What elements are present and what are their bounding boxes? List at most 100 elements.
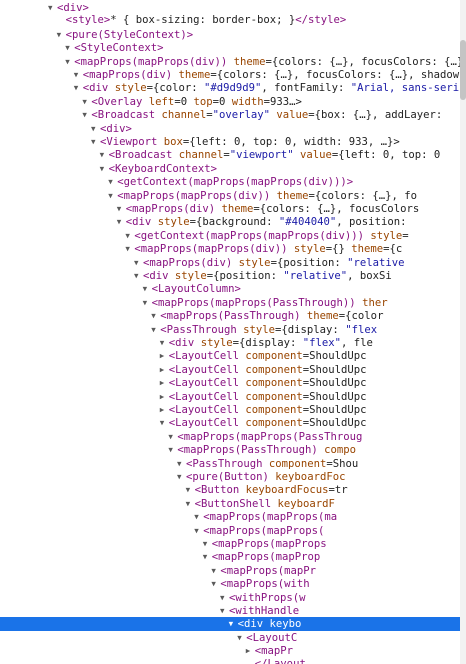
expand-triangle-icon[interactable]: ▼ bbox=[237, 631, 246, 644]
expand-triangle-icon[interactable]: ▼ bbox=[91, 135, 100, 148]
tree-node[interactable]: ▼ <withHandle bbox=[0, 604, 460, 617]
expand-triangle-icon[interactable]: ▼ bbox=[194, 510, 203, 523]
expand-triangle-icon[interactable]: ▼ bbox=[160, 336, 169, 349]
expand-triangle-icon[interactable]: ▼ bbox=[220, 591, 229, 604]
tree-node[interactable]: ▼ <mapProps(mapProps( bbox=[0, 524, 460, 537]
tree-node[interactable]: ▼ <mapProps(with bbox=[0, 577, 460, 590]
node-tag: <Broadcast bbox=[91, 109, 156, 122]
expand-triangle-icon[interactable]: ▼ bbox=[117, 202, 126, 215]
expand-triangle-icon[interactable]: ▼ bbox=[65, 55, 74, 68]
tree-node[interactable]: ▼ <Viewport box={left: 0, top: 0, width: … bbox=[0, 135, 460, 148]
tree-node[interactable]: ▶ <LayoutCell component=ShouldUpc bbox=[0, 349, 460, 362]
node-tag: <Broadcast bbox=[108, 149, 173, 162]
node-text: ={box: {…}, addLayer: bbox=[308, 109, 443, 122]
selected-tree-node[interactable]: ▼ <div keybo bbox=[0, 617, 460, 631]
node-attribute: style bbox=[194, 337, 233, 349]
tree-node[interactable]: ▼ <LayoutColumn> bbox=[0, 282, 460, 295]
tree-node[interactable]: ▼ <StyleContext> bbox=[0, 41, 460, 54]
tree-node[interactable]: ▼ <mapProps(mapProps(PassThroug bbox=[0, 430, 460, 443]
tree-node[interactable]: ▼ <mapProps(div) style={position: "relati… bbox=[0, 256, 460, 269]
expand-triangle-icon[interactable]: ▼ bbox=[134, 256, 143, 269]
node-text: , fontFamily: bbox=[261, 82, 351, 95]
tree-node[interactable]: ▼ <getContext(mapProps(mapProps(div)))> bbox=[0, 175, 460, 188]
scrollbar-thumb[interactable] bbox=[460, 40, 466, 100]
tree-node[interactable]: ▼ <getContext(mapProps(mapProps(div))) st… bbox=[0, 229, 460, 242]
node-value: "viewport" bbox=[229, 149, 294, 162]
expand-triangle-icon[interactable]: ▼ bbox=[186, 483, 195, 496]
tree-node[interactable]: </Layout bbox=[0, 658, 460, 664]
collapse-triangle-icon[interactable]: ▶ bbox=[160, 376, 169, 389]
tree-node[interactable]: ▼ <mapProps(PassThrough) compo bbox=[0, 443, 460, 456]
expand-triangle-icon[interactable]: ▼ bbox=[203, 537, 212, 550]
tree-node[interactable]: ▶ <LayoutCell component=ShouldUpc bbox=[0, 403, 460, 416]
tree-node[interactable]: ▼ <div> bbox=[0, 1, 460, 14]
tree-node[interactable]: ▼ <PassThrough component=Shou bbox=[0, 457, 460, 470]
expand-triangle-icon[interactable]: ▼ bbox=[65, 41, 74, 54]
expand-triangle-icon[interactable]: ▼ bbox=[143, 282, 152, 295]
tree-node[interactable]: ▶ <LayoutCell component=ShouldUpc bbox=[0, 363, 460, 376]
tree-node[interactable]: ▼ <pure(Button) keyboardFoc bbox=[0, 470, 460, 483]
expand-triangle-icon[interactable]: ▼ bbox=[100, 162, 109, 175]
expand-triangle-icon[interactable]: ▼ bbox=[134, 269, 143, 282]
tree-node[interactable]: ▼ <mapProps(mapProp bbox=[0, 550, 460, 563]
expand-triangle-icon[interactable]: ▼ bbox=[151, 323, 160, 336]
expand-triangle-icon[interactable]: ▼ bbox=[194, 524, 203, 537]
expand-triangle-icon[interactable]: ▼ bbox=[48, 1, 57, 14]
node-attribute: compo bbox=[317, 444, 356, 457]
tree-node[interactable]: ▼ <mapProps(div) theme={colors: {…}, focu… bbox=[0, 68, 460, 81]
collapse-triangle-icon[interactable]: ▶ bbox=[160, 390, 169, 403]
tree-node[interactable]: ▼ <ButtonShell keyboardF bbox=[0, 497, 460, 510]
expand-triangle-icon[interactable]: ▼ bbox=[108, 189, 117, 202]
tree-node[interactable]: ▼ <Overlay left=0 top=0 width=933…> bbox=[0, 95, 460, 108]
tree-node[interactable]: ▶ <LayoutCell component=ShouldUpc bbox=[0, 390, 460, 403]
expand-triangle-icon[interactable]: ▼ bbox=[108, 175, 117, 188]
expand-triangle-icon[interactable]: ▼ bbox=[203, 550, 212, 563]
tree-node[interactable]: ▼ <KeyboardContext> bbox=[0, 162, 460, 175]
tree-node[interactable]: ▼ <mapProps(mapProps bbox=[0, 537, 460, 550]
tree-node[interactable]: ▼ <mapProps(mapProps(div)) theme={colors:… bbox=[0, 55, 460, 68]
expand-triangle-icon[interactable]: ▼ bbox=[160, 416, 169, 429]
expand-triangle-icon[interactable]: ▼ bbox=[57, 28, 66, 41]
tree-node[interactable]: ▼ <mapProps(mapProps(div)) style={} theme… bbox=[0, 242, 460, 255]
tree-node[interactable]: ▼ <mapProps(mapPr bbox=[0, 564, 460, 577]
expand-triangle-icon[interactable]: ▼ bbox=[117, 215, 126, 228]
tree-node[interactable]: ▼ <withProps(w bbox=[0, 591, 460, 604]
node-tag: <Overlay bbox=[91, 95, 143, 108]
expand-triangle-icon[interactable]: ▼ bbox=[151, 309, 160, 322]
tree-node[interactable]: ▼ <Button keyboardFocus=tr bbox=[0, 483, 460, 496]
node-attribute: theme bbox=[351, 243, 384, 256]
expand-triangle-icon[interactable]: ▼ bbox=[177, 457, 186, 470]
tree-node[interactable]: ▶ <mapPr bbox=[0, 644, 460, 657]
collapse-triangle-icon[interactable]: ▶ bbox=[160, 349, 169, 362]
expand-triangle-icon[interactable]: ▼ bbox=[143, 296, 152, 309]
tree-node[interactable]: ▼ <div> bbox=[0, 122, 460, 135]
tree-node[interactable]: ▼ <Broadcast channel="viewport" value={le… bbox=[0, 148, 460, 161]
tree-node[interactable]: ▼ <div style={position: "relative", boxSi bbox=[0, 269, 460, 282]
tree-node[interactable]: ▼ <LayoutCell component=ShouldUpc bbox=[0, 416, 460, 429]
tree-node[interactable]: ▼ <div style={color: "#d9d9d9", fontFamil… bbox=[0, 81, 460, 94]
tree-node[interactable]: ▼ <mapProps(mapProps(ma bbox=[0, 510, 460, 523]
expand-triangle-icon[interactable]: ▼ bbox=[177, 470, 186, 483]
tree-node[interactable]: ▼ <mapProps(mapProps(div)) theme={colors:… bbox=[0, 189, 460, 202]
collapse-triangle-icon[interactable]: ▶ bbox=[160, 403, 169, 416]
expand-triangle-icon[interactable]: ▼ bbox=[100, 148, 109, 161]
expand-triangle-icon[interactable]: ▼ bbox=[220, 604, 229, 617]
collapse-triangle-icon[interactable]: ▶ bbox=[246, 644, 255, 657]
tree-node[interactable]: ▼ <LayoutC bbox=[0, 631, 460, 644]
tree-node[interactable]: ▼ <div style={display: "flex", fle bbox=[0, 336, 460, 349]
tree-node[interactable]: ▼ <Broadcast channel="overlay" value={box… bbox=[0, 108, 460, 121]
tree-node[interactable]: ▶ <LayoutCell component=ShouldUpc bbox=[0, 376, 460, 389]
expand-triangle-icon[interactable]: ▼ bbox=[186, 497, 195, 510]
tree-node[interactable]: <style>* { box-sizing: border-box; }</st… bbox=[0, 14, 460, 27]
tree-node[interactable]: ▼ <div style={background: "#404040", posi… bbox=[0, 215, 460, 228]
tree-node[interactable]: ▼ <mapProps(div) theme={colors: {…}, focu… bbox=[0, 202, 460, 215]
tree-node[interactable]: ▼ <pure(StyleContext)> bbox=[0, 28, 460, 41]
expand-triangle-icon[interactable]: ▼ bbox=[229, 617, 238, 630]
tree-node[interactable]: ▼ <mapProps(PassThrough) theme={color bbox=[0, 309, 460, 322]
expand-triangle-icon[interactable]: ▼ bbox=[91, 122, 100, 135]
collapse-triangle-icon[interactable]: ▶ bbox=[160, 363, 169, 376]
tree-node[interactable]: ▼ <mapProps(mapProps(PassThrough)) ther bbox=[0, 296, 460, 309]
expand-triangle-icon[interactable]: ▼ bbox=[74, 68, 83, 81]
tree-node[interactable]: ▼ <PassThrough style={display: "flex bbox=[0, 323, 460, 336]
expand-triangle-icon[interactable]: ▼ bbox=[74, 81, 83, 94]
